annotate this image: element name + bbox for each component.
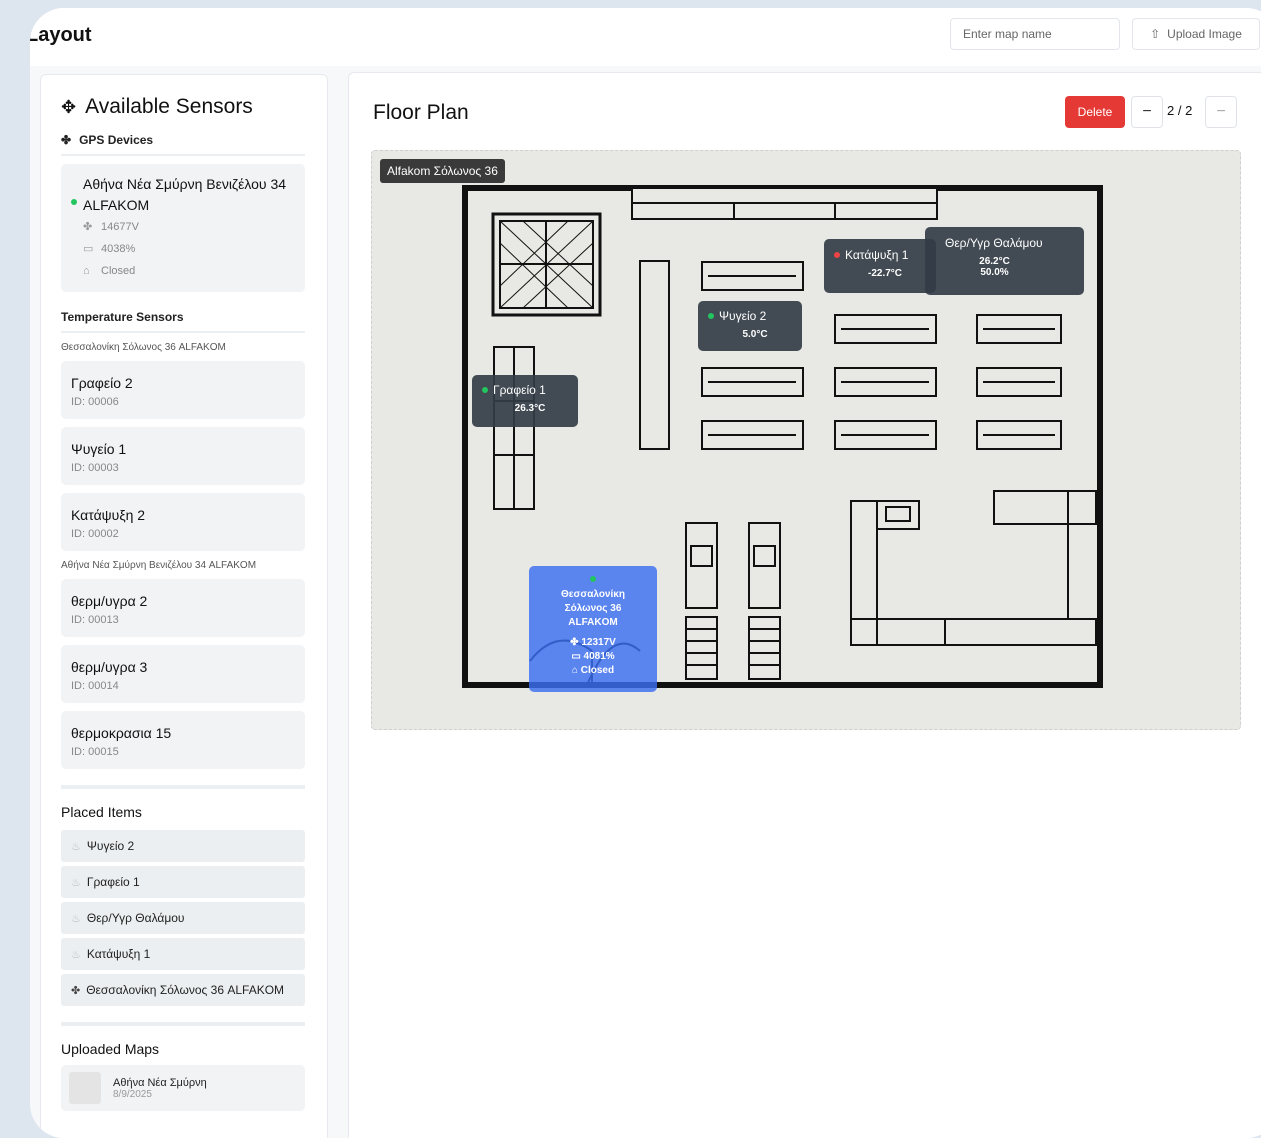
gps-overlay[interactable]: Θεσσαλονίκη Σόλωνος 36 ALFAKOM ✤ 12317V …	[529, 566, 657, 692]
floor-plan-canvas[interactable]: Alfakom Σόλωνος 36 Κατάψυξη 1 -22.7°C Θε…	[371, 150, 1241, 730]
gps-device-card[interactable]: Αθήνα Νέα Σμύρνη Βενιζέλου 34 ALFAKOM ✤ 1…	[61, 164, 305, 292]
group-location-label: Αθήνα Νέα Σμύρνη Βενιζέλου 34 ALFAKOM	[61, 560, 257, 571]
top-header: Layout ⇧ Upload Image	[30, 8, 1261, 66]
gps-voltage: 14677V	[101, 221, 139, 233]
upload-image-button[interactable]: ⇧ Upload Image	[1132, 18, 1260, 50]
gps-device-name: Αθήνα Νέα Σμύρνη Βενιζέλου 34 ALFAKOM	[83, 176, 287, 213]
divider	[61, 785, 305, 789]
uploaded-maps-heading: Uploaded Maps	[61, 1041, 160, 1057]
sensor-card[interactable]: Κατάψυξη 2 ID: 00002	[61, 493, 305, 551]
gps-overlay-name: Θεσσαλονίκη Σόλωνος 36 ALFAKOM	[561, 589, 625, 628]
floor-plan-drawing	[462, 185, 1103, 688]
sensor-card[interactable]: Γραφείο 2 ID: 00006	[61, 361, 305, 419]
voltage-icon: ✤	[570, 637, 582, 648]
app-window: Layout ⇧ Upload Image ✥ Available Sensor…	[30, 8, 1261, 1138]
upload-label: Upload Image	[1167, 27, 1242, 41]
delete-button[interactable]: Delete	[1065, 96, 1125, 128]
gps-icon: ✤	[71, 984, 81, 997]
status-dot-icon	[590, 576, 596, 582]
available-sensors-heading: ✥ Available Sensors	[61, 95, 253, 118]
battery-icon: ▭	[83, 243, 94, 255]
next-page-button[interactable]: −	[1205, 96, 1237, 128]
location-tag: Alfakom Σόλωνος 36	[380, 159, 505, 183]
divider	[61, 1022, 305, 1026]
thermometer-icon: ♨	[71, 840, 81, 853]
thermometer-icon: ♨	[71, 876, 81, 889]
page-indicator: 2 / 2	[1167, 103, 1193, 118]
status-dot-icon	[482, 387, 488, 393]
battery-icon: ▭	[571, 651, 584, 662]
status-dot-icon	[708, 313, 714, 319]
sensor-sidebar: ✥ Available Sensors ✤ GPS Devices Αθήνα …	[40, 74, 328, 1138]
prev-page-button[interactable]: −	[1131, 96, 1163, 128]
placed-items-heading: Placed Items	[61, 804, 142, 820]
floor-plan-panel: Floor Plan Delete − 2 / 2 − Alfakom Σόλω…	[348, 72, 1261, 1138]
sensor-card[interactable]: Ψυγείο 1 ID: 00003	[61, 427, 305, 485]
placed-item[interactable]: ✤ Θεσσαλονίκη Σόλωνος 36 ALFAKOM	[61, 974, 305, 1006]
status-dot-icon	[71, 199, 77, 205]
sensor-overlay-grafeio1[interactable]: Γραφείο 1 26.3°C	[472, 375, 578, 427]
gps-door: Closed	[101, 265, 136, 277]
uploaded-map-item[interactable]: Αθήνα Νέα Σμύρνη 8/9/2025	[61, 1065, 305, 1111]
sensor-overlay-psygeio2[interactable]: Ψυγείο 2 5.0°C	[698, 301, 802, 351]
placed-item[interactable]: ♨ Γραφείο 1	[61, 866, 305, 898]
map-thumbnail	[69, 1072, 101, 1104]
temperature-sensors-heading: Temperature Sensors	[61, 310, 305, 333]
thermometer-icon: ♨	[71, 948, 81, 961]
gps-battery: 4038%	[101, 243, 136, 255]
placed-item[interactable]: ♨ Κατάψυξη 1	[61, 938, 305, 970]
map-name-input[interactable]	[950, 18, 1120, 50]
status-dot-icon	[834, 252, 840, 258]
thermometer-icon: ♨	[71, 912, 81, 925]
gps-devices-heading: ✤ GPS Devices	[61, 133, 305, 156]
sensor-card[interactable]: θερμ/υγρα 2 ID: 00013	[61, 579, 305, 637]
placed-item[interactable]: ♨ Θερ/Υγρ Θαλάμου	[61, 902, 305, 934]
floor-plan-title: Floor Plan	[373, 101, 469, 124]
sensor-card[interactable]: θερμοκρασια 15 ID: 00015	[61, 711, 305, 769]
sensor-card[interactable]: θερμ/υγρα 3 ID: 00014	[61, 645, 305, 703]
placed-item[interactable]: ♨ Ψυγείο 2	[61, 830, 305, 862]
upload-icon: ⇧	[1150, 27, 1161, 41]
page-title: Layout	[30, 24, 92, 46]
move-icon: ✥	[61, 96, 77, 117]
door-icon: ⌂	[83, 265, 90, 277]
sensor-overlay-thalamou[interactable]: Θερ/Υγρ Θαλάμου 26.2°C 50.0%	[925, 227, 1084, 295]
gps-icon: ✤	[61, 133, 72, 147]
door-icon: ⌂	[571, 665, 581, 676]
group-location-label: Θεσσαλονίκη Σόλωνος 36 ALFAKOM	[61, 342, 226, 353]
voltage-icon: ✤	[83, 221, 93, 233]
